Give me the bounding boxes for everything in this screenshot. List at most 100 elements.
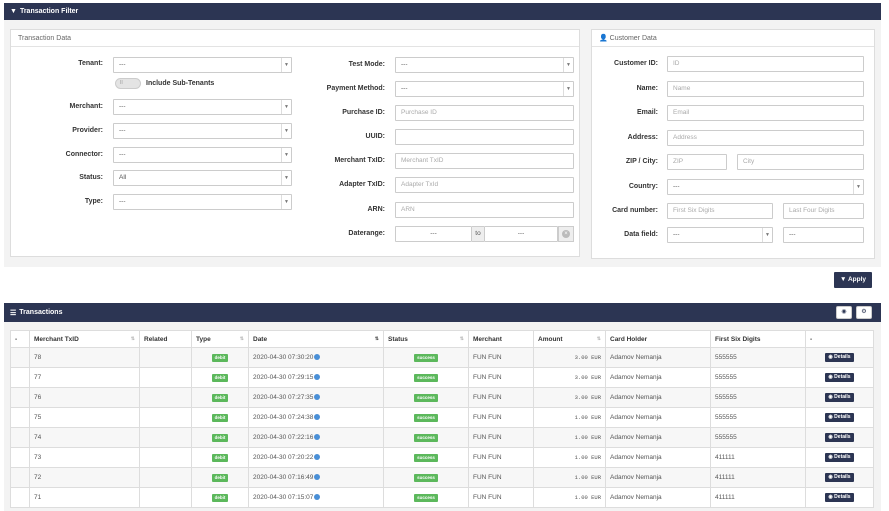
details-button[interactable]: ◉ Details xyxy=(825,453,854,462)
date-cell: 2020-04-30 07:20:22 xyxy=(248,447,384,468)
table-row[interactable]: 76 debit 2020-04-30 07:27:35 success FUN FUN… xyxy=(10,387,874,408)
payment-method-select[interactable]: --- ▼ xyxy=(395,81,574,97)
col-header-status[interactable]: Status ⇅ xyxy=(383,330,469,348)
purchase-id-input[interactable]: Purchase ID xyxy=(395,105,574,121)
actions-cell: ◉ Details xyxy=(805,447,874,468)
toggle-columns-button[interactable]: ◉ xyxy=(836,306,852,319)
date-to-input[interactable]: --- xyxy=(484,226,558,242)
settings-button[interactable]: ⚙ xyxy=(856,306,872,319)
adapter-txid-input[interactable]: Adapter TxId xyxy=(395,177,574,193)
email-input[interactable]: Email xyxy=(667,105,864,121)
col-header-merchant-txid[interactable]: Merchant TxID ⇅ xyxy=(29,330,140,348)
globe-icon xyxy=(314,354,321,361)
details-button[interactable]: ◉ Details xyxy=(825,433,854,442)
tenant-select[interactable]: --- ▼ xyxy=(113,57,292,73)
chevron-down-icon: ▼ xyxy=(853,180,863,194)
status-cell: success xyxy=(383,407,469,428)
col-header-first-six-digits: First Six Digits xyxy=(710,330,806,348)
chevron-down-icon: ▼ xyxy=(281,100,291,114)
date-from-input[interactable]: --- xyxy=(395,226,472,242)
provider-select[interactable]: --- ▼ xyxy=(113,123,292,139)
data-field-value-input[interactable]: --- xyxy=(783,227,864,243)
details-button[interactable]: ◉ Details xyxy=(825,493,854,502)
toggle-off-icon: II xyxy=(120,80,123,86)
col-header-actions: - xyxy=(805,330,874,348)
row-select-cell[interactable] xyxy=(10,387,30,408)
test-mode-select[interactable]: --- ▼ xyxy=(395,57,574,73)
customer-data-title: Customer Data xyxy=(609,35,657,42)
status-cell: success xyxy=(383,367,469,388)
zip-input[interactable]: ZIP xyxy=(667,154,727,170)
date-cell: 2020-04-30 07:24:38 xyxy=(248,407,384,428)
arn-input[interactable]: ARN xyxy=(395,202,574,218)
chevron-down-icon: ▼ xyxy=(281,195,291,209)
amount-cell: 3.00 EUR xyxy=(533,387,606,408)
table-row[interactable]: 77 debit 2020-04-30 07:29:15 success FUN FUN… xyxy=(10,367,874,388)
related-cell xyxy=(139,347,192,368)
merchant-select[interactable]: --- ▼ xyxy=(113,99,292,115)
table-row[interactable]: 78 debit 2020-04-30 07:30:20 success FUN FUN… xyxy=(10,347,874,368)
row-select-cell[interactable] xyxy=(10,467,30,488)
details-button[interactable]: ◉ Details xyxy=(825,413,854,422)
customer-id-input[interactable]: ID xyxy=(667,56,864,72)
actions-cell: ◉ Details xyxy=(805,427,874,448)
details-button[interactable]: ◉ Details xyxy=(825,373,854,382)
status-cell: success xyxy=(383,467,469,488)
amount-cell: 3.00 EUR xyxy=(533,367,606,388)
uuid-input[interactable] xyxy=(395,129,574,145)
country-select[interactable]: --- ▼ xyxy=(667,179,864,195)
date-cell: 2020-04-30 07:29:15 xyxy=(248,367,384,388)
col-header-date[interactable]: Date ⇅ xyxy=(248,330,384,348)
actions-cell: ◉ Details xyxy=(805,347,874,368)
city-input[interactable]: City xyxy=(737,154,864,170)
type-label: Type: xyxy=(84,198,103,205)
globe-icon xyxy=(314,394,321,401)
details-button[interactable]: ◉ Details xyxy=(825,393,854,402)
apply-button[interactable]: ▼ Apply xyxy=(834,272,872,288)
date-clear-button[interactable]: × xyxy=(558,226,574,242)
globe-icon xyxy=(314,494,321,501)
connector-select[interactable]: --- ▼ xyxy=(113,147,292,163)
status-cell: success xyxy=(383,347,469,368)
row-select-cell[interactable] xyxy=(10,447,30,468)
data-field-select[interactable]: --- ▼ xyxy=(667,227,773,243)
table-row[interactable]: 75 debit 2020-04-30 07:24:38 success FUN FUN… xyxy=(10,407,874,428)
table-row[interactable]: 71 debit 2020-04-30 07:15:07 success FUN FUN… xyxy=(10,487,874,508)
col-header-amount[interactable]: Amount ⇅ xyxy=(533,330,606,348)
merchant-txid-cell: 72 xyxy=(29,467,140,488)
merchant-txid-cell: 73 xyxy=(29,447,140,468)
merchant-txid-label: Merchant TxID: xyxy=(334,157,385,164)
filter-title: Transaction Filter xyxy=(19,8,79,15)
row-select-cell[interactable] xyxy=(10,407,30,428)
row-select-cell[interactable] xyxy=(10,367,30,388)
name-input[interactable]: Name xyxy=(667,81,864,97)
details-button[interactable]: ◉ Details xyxy=(825,473,854,482)
merchant-txid-input[interactable]: Merchant TxID xyxy=(395,153,574,169)
card-holder-cell: Adamov Nemanja xyxy=(605,487,711,508)
table-row[interactable]: 74 debit 2020-04-30 07:22:16 success FUN FUN… xyxy=(10,427,874,448)
first-six-digits-cell: 411111 xyxy=(710,467,806,488)
merchant-cell: FUN FUN xyxy=(468,407,534,428)
first-six-digits-input[interactable]: First Six Digits xyxy=(667,203,773,219)
cogs-icon: ⚙ xyxy=(861,309,867,315)
last-four-digits-input[interactable]: Last Four Digits xyxy=(783,203,864,219)
address-input[interactable]: Address xyxy=(667,130,864,146)
col-header-type[interactable]: Type ⇅ xyxy=(191,330,249,348)
details-button[interactable]: ◉ Details xyxy=(825,353,854,362)
table-row[interactable]: 72 debit 2020-04-30 07:16:49 success FUN FUN… xyxy=(10,467,874,488)
filter-icon: ▼ xyxy=(10,8,17,15)
type-select[interactable]: --- ▼ xyxy=(113,194,292,210)
eye-icon: ◉ xyxy=(828,454,833,460)
merchant-txid-cell: 77 xyxy=(29,367,140,388)
table-row[interactable]: 73 debit 2020-04-30 07:20:22 success FUN FUN… xyxy=(10,447,874,468)
status-select[interactable]: All ▼ xyxy=(113,170,292,186)
card-holder-cell: Adamov Nemanja xyxy=(605,347,711,368)
merchant-cell: FUN FUN xyxy=(468,387,534,408)
type-badge: debit xyxy=(211,453,229,462)
row-select-cell[interactable] xyxy=(10,487,30,508)
row-select-cell[interactable] xyxy=(10,427,30,448)
include-sub-tenants-toggle[interactable]: II xyxy=(115,78,141,89)
row-select-cell[interactable] xyxy=(10,347,30,368)
chevron-down-icon: ▼ xyxy=(281,58,291,72)
chevron-down-icon: ▼ xyxy=(762,228,772,242)
